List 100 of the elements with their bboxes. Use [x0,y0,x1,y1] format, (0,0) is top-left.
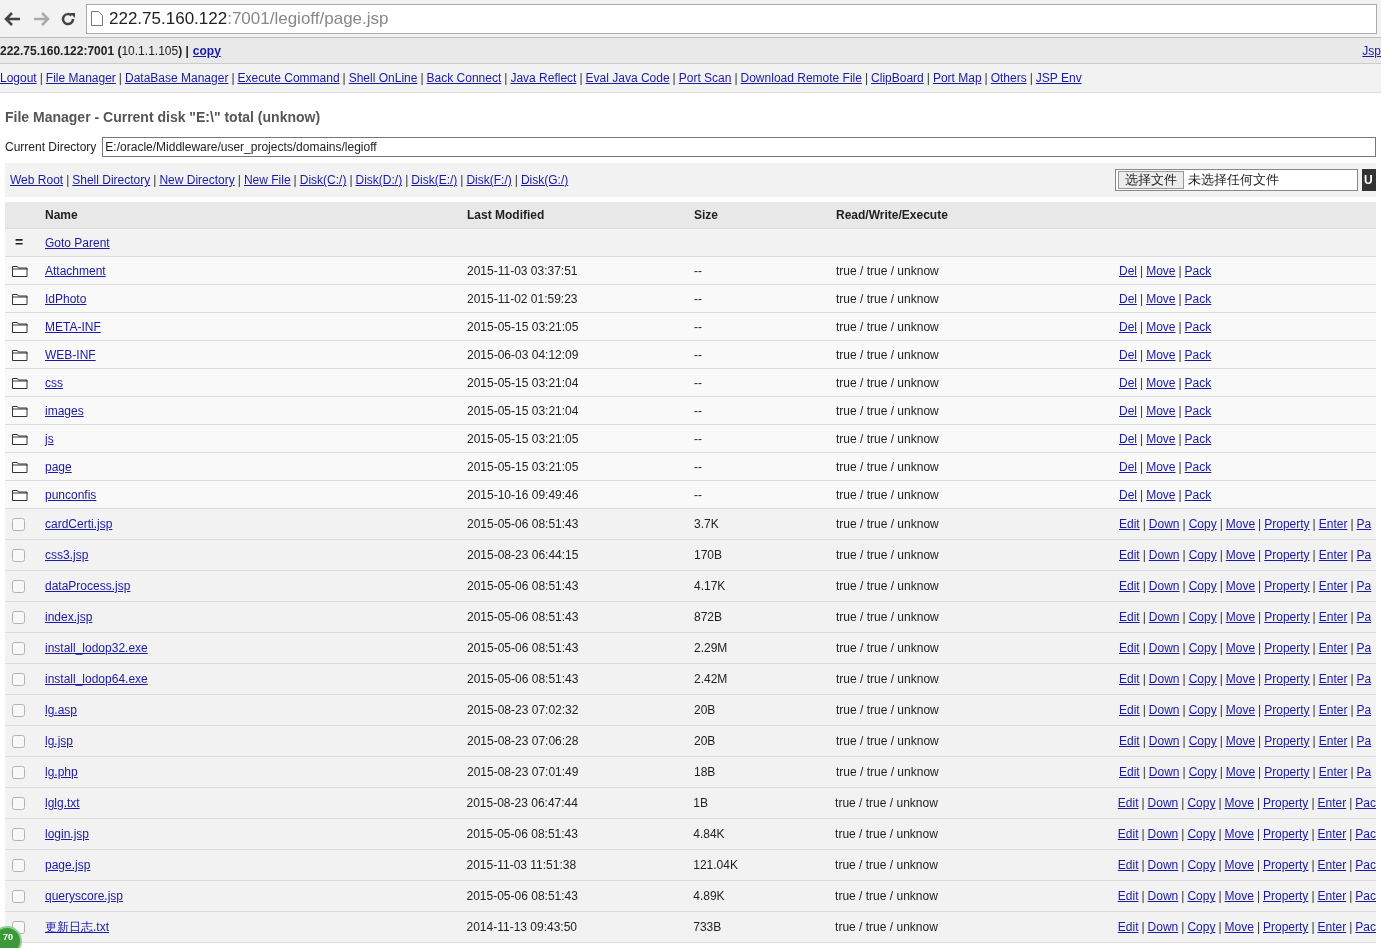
file-name-link[interactable]: dataProcess.jsp [45,579,131,593]
link[interactable]: Move [1146,401,1176,420]
link[interactable]: Edit [1119,546,1140,564]
file-name-link[interactable]: IdPhoto [45,291,87,306]
link[interactable]: Enter [1318,546,1348,564]
link[interactable]: Pa [1356,763,1372,781]
link[interactable]: Pac [1355,794,1376,812]
link[interactable]: Move [1146,429,1176,448]
link[interactable]: Edit [1117,825,1139,843]
link[interactable]: Move [1225,546,1256,564]
link[interactable]: New Directory [159,171,235,189]
link[interactable]: Down [1148,701,1180,719]
link[interactable]: Edit [1119,763,1140,781]
link[interactable]: ClipBoard [871,69,924,87]
link[interactable]: Disk(C:/) [299,171,347,189]
link[interactable]: Edit [1119,639,1140,657]
link[interactable]: File Manager [45,69,116,87]
file-name-link[interactable]: Attachment [45,263,106,278]
link[interactable]: Move [1146,457,1176,476]
link[interactable]: Enter [1318,701,1348,719]
link[interactable]: Del [1119,373,1137,392]
link[interactable]: Del [1119,345,1137,364]
link[interactable]: Property [1264,577,1310,595]
link[interactable]: Move [1146,485,1176,504]
link[interactable]: Down [1148,670,1180,688]
link[interactable]: Disk(F:/) [466,171,512,189]
file-name-link[interactable]: index.jsp [45,610,93,624]
link[interactable]: Pa [1356,577,1372,595]
link[interactable]: Enter [1317,794,1347,812]
link[interactable]: Down [1148,732,1180,750]
link[interactable]: Move [1224,794,1254,812]
link[interactable]: Port Scan [678,69,732,87]
file-name-link[interactable]: cardCerti.jsp [45,517,113,531]
link[interactable]: Edit [1117,794,1139,812]
link[interactable]: Del [1119,261,1137,280]
link[interactable]: Move [1146,261,1176,280]
link[interactable]: Property [1264,701,1310,719]
link[interactable]: Move [1225,701,1256,719]
link[interactable]: Pack [1184,373,1212,392]
link[interactable]: Edit [1117,887,1139,905]
link[interactable]: Property [1264,515,1310,533]
link[interactable]: Down [1147,794,1179,812]
link[interactable]: Disk(G:/) [520,171,569,189]
link[interactable]: Move [1225,577,1256,595]
file-name-link[interactable]: queryscore.jsp [44,889,123,903]
link[interactable]: Disk(E:/) [411,171,458,189]
link[interactable]: Copy [1188,701,1217,719]
link[interactable]: Property [1264,608,1310,626]
link[interactable]: Pac [1355,887,1376,905]
forward-icon[interactable] [32,10,50,27]
link[interactable]: Down [1147,918,1179,936]
back-icon[interactable] [4,10,22,27]
file-name-link[interactable]: lg.php [45,765,78,779]
link[interactable]: Download Remote File [740,69,862,87]
file-name-link[interactable]: login.jsp [44,827,89,841]
link[interactable]: Enter [1317,825,1347,843]
link[interactable]: Enter [1318,608,1348,626]
link[interactable]: Move [1146,289,1176,308]
link[interactable]: Edit [1119,577,1140,595]
file-name-link[interactable]: WEB-INF [45,347,96,362]
link[interactable]: Pack [1184,317,1212,336]
link[interactable]: Copy [1188,670,1217,688]
link[interactable]: Move [1146,373,1176,392]
file-name-link[interactable]: images [45,403,84,418]
link[interactable]: Enter [1318,670,1348,688]
link[interactable]: Property [1264,763,1310,781]
link[interactable]: Pa [1356,732,1372,750]
link[interactable]: Enter [1318,732,1348,750]
link[interactable]: Del [1119,429,1137,448]
link[interactable]: Edit [1117,918,1139,936]
link[interactable]: Pack [1184,261,1212,280]
link[interactable]: Move [1225,608,1256,626]
link[interactable]: Down [1148,577,1180,595]
link[interactable]: Property [1264,670,1310,688]
link[interactable]: New File [243,171,291,189]
link[interactable]: Pac [1355,856,1376,874]
link[interactable]: Pack [1184,345,1212,364]
file-input[interactable]: 选择文件 未选择任何文件 [1115,169,1358,191]
link[interactable]: Pa [1356,701,1372,719]
file-name-link[interactable]: page.jsp [44,858,91,872]
link[interactable]: Down [1148,763,1180,781]
link[interactable]: Move [1225,763,1256,781]
link[interactable]: Copy [1188,515,1217,533]
link[interactable]: Property [1263,794,1309,812]
link[interactable]: Property [1264,639,1310,657]
file-name-link[interactable]: lglg.txt [44,796,80,810]
link[interactable]: Enter [1318,577,1348,595]
file-name-link[interactable]: lg.jsp [45,734,73,748]
link[interactable]: Copy [1187,794,1216,812]
link[interactable]: Del [1119,401,1137,420]
link[interactable]: Enter [1318,515,1348,533]
file-name-link[interactable]: install_lodop64.exe [45,672,148,686]
link[interactable]: Move [1225,732,1256,750]
goto-parent-link[interactable]: Goto Parent [45,233,110,252]
link[interactable]: Down [1147,887,1179,905]
jsp-link[interactable]: Jsp [1362,41,1381,60]
link[interactable]: Edit [1117,856,1139,874]
link[interactable]: Port Map [932,69,982,87]
directory-field[interactable]: E:/oracle/Middleware/user_projects/domains/legioff [102,137,1376,157]
link[interactable]: Down [1147,856,1179,874]
